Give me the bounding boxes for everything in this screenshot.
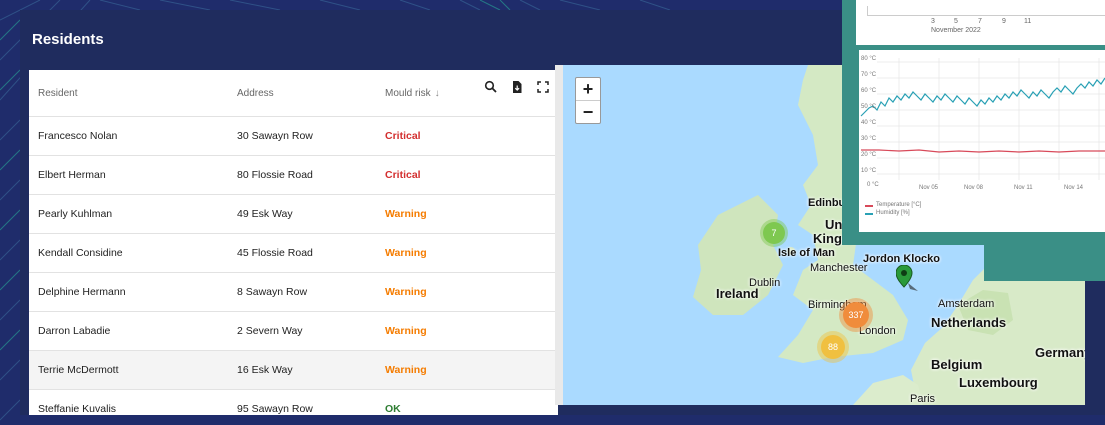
cell-resident: Delphine Hermann bbox=[38, 286, 126, 298]
y-tick-label: 10 °C bbox=[861, 168, 877, 174]
cell-mould-risk: Warning bbox=[385, 208, 427, 220]
cell-mould-risk: Critical bbox=[385, 130, 421, 142]
legend-swatch-temperature bbox=[865, 205, 873, 207]
chart-popup-strip bbox=[984, 245, 1105, 281]
map-pin-icon[interactable] bbox=[896, 265, 920, 295]
legend-swatch-humidity bbox=[865, 213, 873, 215]
legend-label-humidity: Humidity [%] bbox=[876, 210, 910, 216]
table-row-hovered[interactable]: Terrie McDermott 16 Esk Way Warning bbox=[29, 351, 558, 390]
cell-mould-risk: Warning bbox=[385, 247, 427, 259]
map-label-manchester: Manchester bbox=[810, 262, 868, 274]
sensor-line-chart: 80 °C 70 °C 60 °C 50 °C 40 °C 30 °C 20 °… bbox=[859, 50, 1105, 232]
top-chart-axis-panel: 3 5 7 9 11 November 2022 bbox=[856, 0, 1105, 45]
cell-mould-risk: Critical bbox=[385, 169, 421, 181]
x-date-label: Nov 05 bbox=[919, 185, 939, 191]
fullscreen-icon[interactable] bbox=[536, 80, 550, 94]
table-row[interactable]: Kendall Considine 45 Flossie Road Warnin… bbox=[29, 234, 558, 273]
y-tick-label: 40 °C bbox=[861, 120, 877, 126]
cell-address: 16 Esk Way bbox=[237, 364, 293, 376]
map-label-luxembourg: Luxembourg bbox=[959, 375, 1038, 390]
y-tick-label: 50 °C bbox=[861, 104, 877, 110]
y-tick-label: 30 °C bbox=[861, 136, 877, 142]
x-date-label: Nov 08 bbox=[964, 185, 984, 191]
top-chart-month-label: November 2022 bbox=[931, 27, 981, 34]
map-label-paris: Paris bbox=[910, 393, 936, 405]
file-download-icon[interactable] bbox=[510, 80, 524, 94]
cell-address: 49 Esk Way bbox=[237, 208, 293, 220]
column-header-address[interactable]: Address bbox=[237, 88, 385, 99]
map-label-london: London bbox=[859, 325, 896, 337]
table-header: Resident Address Mould risk ↓ bbox=[29, 70, 558, 117]
y-tick-label: 80 °C bbox=[861, 56, 877, 62]
cell-resident: Elbert Herman bbox=[38, 169, 106, 181]
cell-address: 2 Severn Way bbox=[237, 325, 303, 337]
cell-mould-risk: Warning bbox=[385, 286, 427, 298]
cell-address: 95 Sawayn Row bbox=[237, 403, 313, 415]
map-zoom-control: + − bbox=[575, 77, 601, 124]
y-tick-label: 70 °C bbox=[861, 72, 877, 78]
cell-resident: Pearly Kuhlman bbox=[38, 208, 113, 220]
table-row[interactable]: Pearly Kuhlman 49 Esk Way Warning bbox=[29, 195, 558, 234]
cell-resident: Darron Labadie bbox=[38, 325, 111, 337]
cell-mould-risk: Warning bbox=[385, 325, 427, 337]
top-chart-x-tick: 9 bbox=[1002, 18, 1006, 25]
map-label-isle-of-man: Isle of Man bbox=[778, 247, 835, 259]
zoom-in-button[interactable]: + bbox=[576, 78, 600, 101]
x-date-label: Nov 14 bbox=[1064, 185, 1084, 191]
cell-resident: Kendall Considine bbox=[38, 247, 123, 259]
table-row[interactable]: Darron Labadie 2 Severn Way Warning bbox=[29, 312, 558, 351]
cell-address: 80 Flossie Road bbox=[237, 169, 313, 181]
cell-address: 30 Sawayn Row bbox=[237, 130, 313, 142]
x-date-label: Nov 11 bbox=[1014, 185, 1033, 191]
residents-table-card: Resident Address Mould risk ↓ Francesco N… bbox=[29, 70, 558, 415]
cell-resident: Francesco Nolan bbox=[38, 130, 118, 142]
top-chart-x-tick: 5 bbox=[954, 18, 958, 25]
table-row[interactable]: Steffanie Kuvalis 95 Sawayn Row OK bbox=[29, 390, 558, 415]
cell-address: 45 Flossie Road bbox=[237, 247, 313, 259]
map-label-amsterdam: Amsterdam bbox=[938, 298, 995, 310]
table-row[interactable]: Delphine Hermann 8 Sawayn Row Warning bbox=[29, 273, 558, 312]
search-icon[interactable] bbox=[484, 80, 498, 94]
cell-mould-risk: Warning bbox=[385, 364, 427, 376]
table-toolbar bbox=[484, 80, 550, 94]
top-chart-x-tick: 3 bbox=[931, 18, 935, 25]
table-row[interactable]: Elbert Herman 80 Flossie Road Critical bbox=[29, 156, 558, 195]
y-tick-label: 60 °C bbox=[861, 88, 877, 94]
map-cluster-marker[interactable]: 7 bbox=[763, 222, 785, 244]
map-marker-label: Jordon Klocko bbox=[863, 253, 941, 265]
map-cluster-marker[interactable]: 88 bbox=[821, 335, 845, 359]
map-label-netherlands: Netherlands bbox=[931, 315, 1007, 330]
top-chart-x-tick: 7 bbox=[978, 18, 982, 25]
temperature-line bbox=[861, 149, 1105, 153]
top-chart-axis bbox=[867, 6, 1105, 16]
zoom-out-button[interactable]: − bbox=[576, 101, 600, 123]
column-header-resident[interactable]: Resident bbox=[29, 88, 237, 99]
y-tick-label: 0 °C bbox=[867, 182, 879, 188]
map-label-belgium: Belgium bbox=[931, 357, 983, 372]
window-title: Residents bbox=[32, 30, 104, 48]
y-tick-label: 20 °C bbox=[861, 152, 877, 158]
map-label-ireland: Ireland bbox=[716, 286, 759, 301]
map-cluster-marker[interactable]: 337 bbox=[843, 302, 869, 328]
table-row[interactable]: Francesco Nolan 30 Sawayn Row Critical bbox=[29, 117, 558, 156]
top-chart-x-tick: 11 bbox=[1024, 18, 1032, 25]
cell-resident: Steffanie Kuvalis bbox=[38, 403, 117, 415]
cell-address: 8 Sawayn Row bbox=[237, 286, 308, 298]
sort-arrow-icon: ↓ bbox=[434, 87, 440, 99]
cell-mould-risk: OK bbox=[385, 403, 401, 415]
legend-label-temperature: Temperature [°C] bbox=[876, 202, 922, 208]
column-header-mould-risk-label: Mould risk bbox=[385, 87, 431, 99]
map-label-germany: Germany bbox=[1035, 345, 1085, 360]
cell-resident: Terrie McDermott bbox=[38, 364, 119, 376]
